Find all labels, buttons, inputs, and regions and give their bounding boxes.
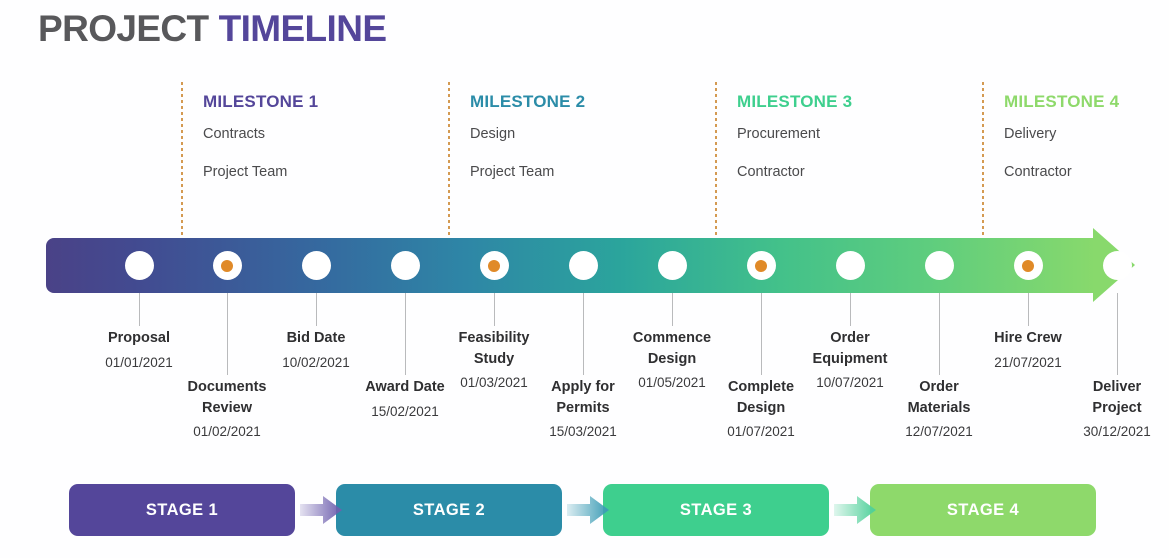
event-date: 01/02/2021 [193,424,261,440]
event-date: 30/12/2021 [1083,424,1151,440]
stage-connector-arrow-icon [567,496,609,524]
event-date: 10/02/2021 [282,354,350,370]
timeline-node[interactable] [390,251,420,280]
milestone-block-4: MILESTONE 4 Delivery Contractor [1004,92,1169,180]
milestone-title: MILESTONE 3 [737,92,853,111]
page-title: PROJECT TIMELINE [38,8,387,50]
milestone-detail-owner: Contractor [1004,164,1072,180]
event-name: Deliver Project [1092,379,1142,416]
timeline-node[interactable] [924,251,954,280]
event-name: Documents Review [187,379,267,416]
milestone-detail-owner: Contractor [737,164,805,180]
milestone-detail-primary: Procurement [737,126,821,142]
stage-box-3[interactable]: STAGE 3 [603,484,829,536]
event-stem [1117,293,1118,375]
timeline-node[interactable] [568,251,598,280]
stage-box-2[interactable]: STAGE 2 [336,484,562,536]
milestone-detail-primary: Design [470,126,516,142]
timeline-node[interactable] [301,251,331,280]
timeline-event: Hire Crew 21/07/2021 [943,328,1113,370]
timeline-event: Documents Review 01/02/2021 [142,377,312,439]
timeline-milestone-node[interactable] [479,251,509,280]
timeline-node[interactable] [124,251,154,280]
milestone-block-3: MILESTONE 3 Procurement Contractor [737,92,987,180]
timeline-event: Deliver Project 30/12/2021 [1032,377,1169,439]
timeline-milestone-node[interactable] [1013,251,1043,280]
event-stem [405,293,406,375]
timeline-milestone-node[interactable] [212,251,242,280]
event-date: 01/07/2021 [727,424,795,440]
timeline-bar [46,228,1136,302]
timeline-event: Proposal 01/01/2021 [54,328,224,370]
timeline-event: Bid Date 10/02/2021 [231,328,401,370]
milestone-detail-primary: Delivery [1004,126,1057,142]
event-date: 15/02/2021 [371,403,439,419]
event-stem [672,293,673,326]
event-stem [761,293,762,375]
timeline-node[interactable] [657,251,687,280]
stage-box-4[interactable]: STAGE 4 [870,484,1096,536]
event-date: 15/03/2021 [549,424,617,440]
milestone-detail-primary: Contracts [203,126,266,142]
milestone-title: MILESTONE 2 [470,92,586,111]
timeline-node[interactable] [1102,251,1132,280]
event-name: Commence Design [632,330,712,367]
timeline-event: Order Materials 12/07/2021 [854,377,1024,439]
milestone-detail-owner: Project Team [203,164,288,180]
event-name: Bid Date [286,330,346,346]
stage-connector-arrow-icon [834,496,876,524]
event-stem [494,293,495,326]
event-name: Order Equipment [812,330,888,367]
title-part-timeline: TIMELINE [218,8,387,49]
event-date: 12/07/2021 [905,424,973,440]
stage-label: STAGE 4 [946,500,1020,519]
timeline-milestone-node[interactable] [746,251,776,280]
event-stem [850,293,851,326]
milestone-block-2: MILESTONE 2 Design Project Team [470,92,720,180]
project-timeline-infographic: PROJECT TIMELINE MILESTONE 1 Contracts Proj… [0,0,1169,558]
stage-box-1[interactable]: STAGE 1 [69,484,295,536]
event-stem [316,293,317,326]
event-name: Proposal [107,330,171,346]
event-stem [227,293,228,375]
event-name: Feasibility Study [458,330,530,367]
title-part-project: PROJECT [38,8,209,49]
milestone-detail-owner: Project Team [470,164,555,180]
milestone-title: MILESTONE 4 [1004,92,1120,111]
event-date: 21/07/2021 [994,354,1062,370]
stage-label: STAGE 1 [145,500,219,519]
event-name: Hire Crew [994,330,1062,346]
stage-label: STAGE 2 [412,500,486,519]
event-stem [139,293,140,326]
stage-connector-arrow-icon [300,496,342,524]
stage-label: STAGE 3 [679,500,753,519]
milestone-title: MILESTONE 1 [203,92,319,111]
event-stem [583,293,584,375]
timeline-node[interactable] [835,251,865,280]
event-name: Order Materials [907,379,971,416]
event-stem [939,293,940,375]
event-stem [1028,293,1029,326]
milestone-block-1: MILESTONE 1 Contracts Project Team [203,92,453,180]
event-date: 01/01/2021 [105,354,173,370]
